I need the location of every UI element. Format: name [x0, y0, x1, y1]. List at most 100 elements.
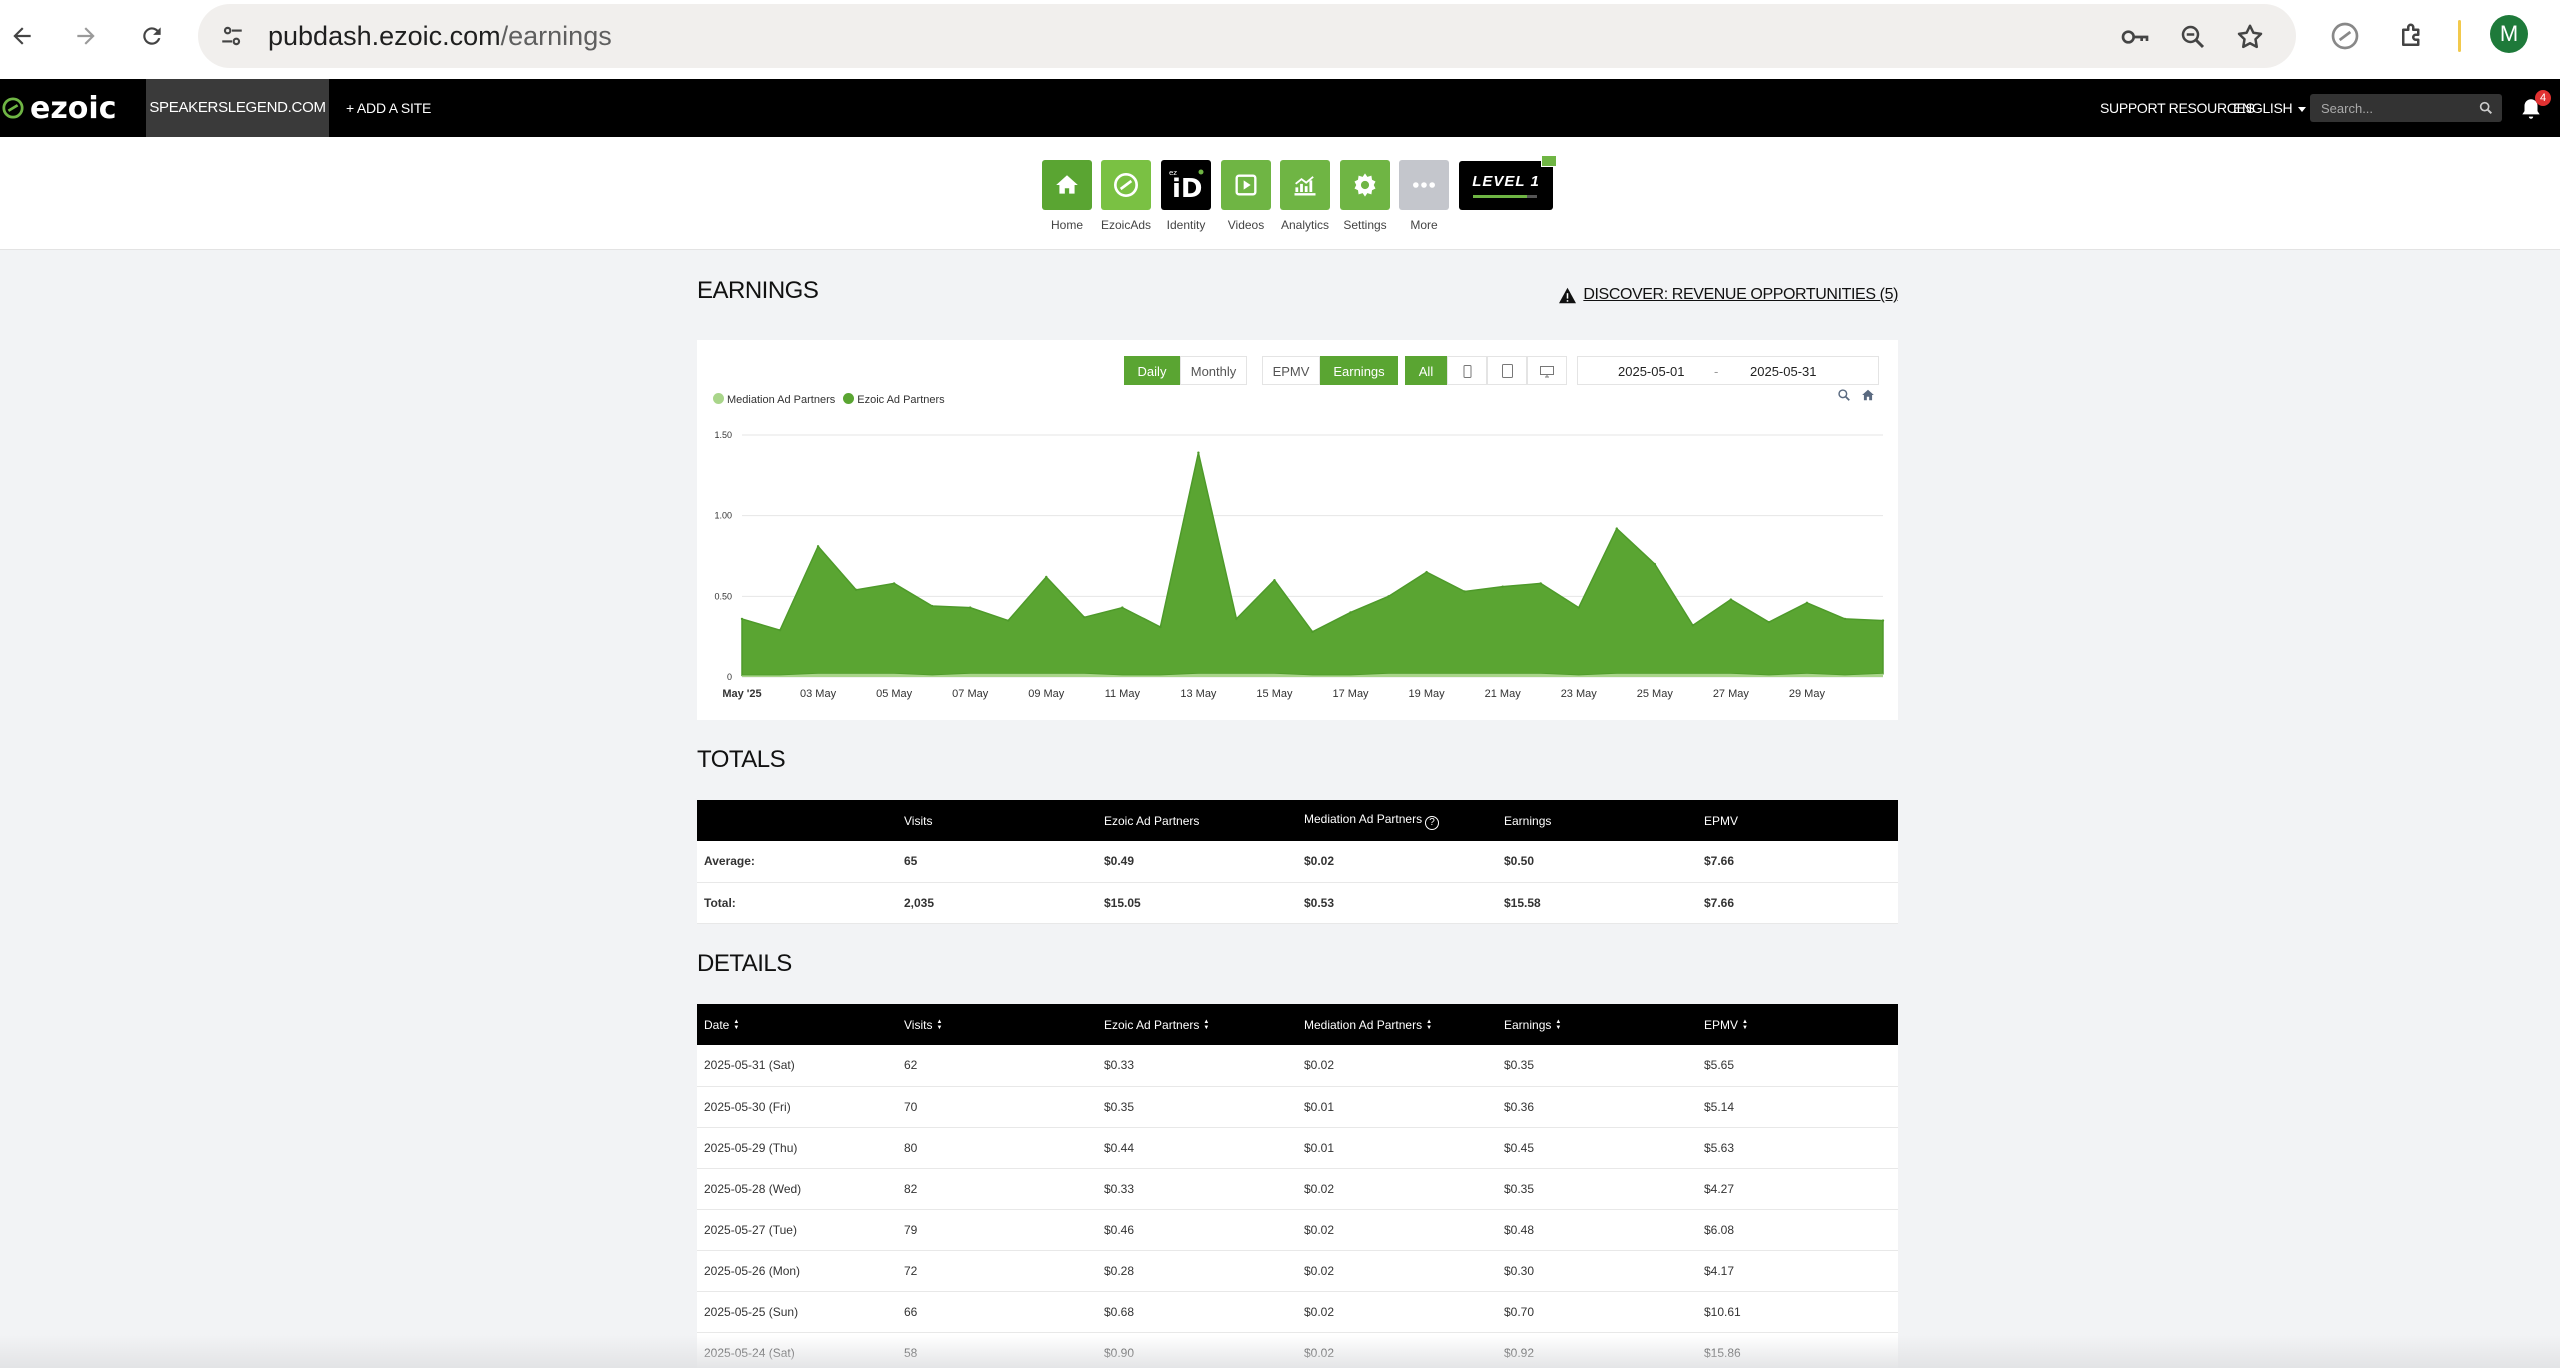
table-cell: 65 [897, 841, 1097, 883]
search-input[interactable] [2310, 94, 2470, 122]
sortable-column-header[interactable]: Mediation Ad Partners ▲ ▼ [1297, 1004, 1497, 1045]
data-point [816, 545, 820, 548]
language-dropdown[interactable]: ENGLISH [2233, 79, 2307, 137]
app-header: ezoic SPEAKERSLEGEND.COM + ADD A SITE SU… [0, 79, 2560, 137]
discover-revenue-link[interactable]: DISCOVER: REVENUE OPPORTUNITIES (5) [1558, 286, 1898, 304]
level-badge[interactable]: LEVEL 1 [1459, 155, 1557, 210]
site-info-icon[interactable] [216, 20, 248, 52]
x-tick-label: 11 May [1105, 688, 1141, 700]
password-key-icon[interactable] [2118, 20, 2152, 54]
totals-header-row: Visits Ezoic Ad Partners Mediation Ad Pa… [697, 800, 1898, 841]
details-title: DETAILS [697, 950, 792, 977]
nav-home[interactable]: Home [1041, 160, 1093, 232]
table-cell: $0.28 [1097, 1250, 1297, 1292]
warning-icon [1559, 287, 1577, 303]
bookmark-star-icon[interactable] [2233, 20, 2267, 54]
address-bar[interactable]: pubdash.ezoic.com/earnings [198, 4, 2296, 68]
table-cell: 2025-05-30 (Fri) [697, 1086, 897, 1128]
reload-icon [143, 27, 161, 45]
table-cell: $0.35 [1097, 1086, 1297, 1128]
sortable-column-header[interactable]: Ezoic Ad Partners ▲ ▼ [1097, 1004, 1297, 1045]
data-point [1881, 619, 1885, 622]
table-cell: $0.45 [1497, 1127, 1697, 1169]
ezoic-logo-icon [2, 97, 24, 119]
sort-arrows-icon[interactable]: ▲ ▼ [936, 1019, 942, 1031]
table-cell: $0.30 [1497, 1250, 1697, 1292]
nav-identity[interactable]: iD ez Identity [1160, 160, 1212, 232]
table-cell: $0.46 [1097, 1209, 1297, 1251]
url-host: pubdash.ezoic.com [268, 21, 501, 51]
data-point [930, 604, 934, 608]
nav-more[interactable]: More [1398, 160, 1450, 232]
nav-videos[interactable]: Videos [1220, 160, 1272, 232]
sortable-column-header[interactable]: Visits ▲ ▼ [897, 1004, 1097, 1045]
table-cell: $0.02 [1297, 1291, 1497, 1333]
arrow-right-icon [77, 27, 95, 45]
sort-arrows-icon[interactable]: ▲ ▼ [1555, 1019, 1561, 1031]
series-area-ezoic-ad-partners [741, 452, 1884, 677]
svg-text:ez: ez [1169, 169, 1177, 177]
sortable-column-header[interactable]: Date ▲ ▼ [697, 1004, 897, 1045]
forward-button[interactable] [66, 16, 106, 56]
site-selector[interactable]: SPEAKERSLEGEND.COM [146, 79, 329, 137]
table-cell: 2025-05-26 (Mon) [697, 1250, 897, 1292]
nav-analytics[interactable]: Analytics [1279, 160, 1331, 232]
sortable-column-header[interactable]: Earnings ▲ ▼ [1497, 1004, 1697, 1045]
nav-label: EzoicAds [1100, 218, 1152, 232]
nav-ezoicads[interactable]: EzoicAds [1100, 160, 1152, 232]
ezoic-extension-icon[interactable] [2325, 16, 2365, 56]
search-icon[interactable] [2478, 100, 2494, 116]
add-site-link[interactable]: + ADD A SITE [346, 79, 431, 137]
table-row: 2025-05-25 (Sun) 66 $0.68 $0.02 $0.70 $10.61 [697, 1291, 1898, 1333]
totals-header-cell: Visits [897, 800, 1097, 841]
table-cell: $0.01 [1297, 1127, 1497, 1169]
extensions-puzzle-icon[interactable] [2392, 16, 2432, 56]
sort-arrows-icon[interactable]: ▲ ▼ [1426, 1019, 1432, 1031]
header-label: EPMV [1704, 1017, 1739, 1032]
nav-settings[interactable]: Settings [1339, 160, 1391, 232]
table-cell: Average: [697, 841, 897, 883]
app-icon-nav: Home EzoicAds iD ez Identity Videos Analy… [0, 137, 2560, 250]
data-point [1691, 624, 1695, 627]
header-label: Mediation Ad Partners [1304, 1017, 1423, 1032]
back-button[interactable] [2, 16, 42, 56]
url-text[interactable]: pubdash.ezoic.com/earnings [268, 4, 612, 68]
x-tick-label: 19 May [1409, 688, 1446, 700]
help-icon[interactable]: ? [1425, 815, 1440, 830]
header-label: Date [704, 1017, 730, 1032]
totals-row: Total: 2,035 $15.05 $0.53 $15.58 $7.66 [697, 882, 1898, 924]
details-table: Date ▲ ▼ Visits ▲ ▼ Ezoic Ad Partners ▲ ▼ Mediati… [697, 1004, 1898, 1368]
data-point [1349, 611, 1352, 614]
profile-avatar[interactable]: M [2490, 15, 2528, 53]
table-cell: $0.50 [1497, 841, 1697, 883]
table-cell: $0.35 [1497, 1168, 1697, 1210]
earnings-title: EARNINGS [697, 277, 819, 304]
table-cell: $0.02 [1297, 1250, 1497, 1292]
x-tick-label: 29 May [1789, 688, 1826, 700]
sort-arrows-icon[interactable]: ▲ ▼ [733, 1019, 739, 1031]
table-cell: 2025-05-31 (Sat) [697, 1045, 897, 1087]
data-point [1235, 617, 1238, 621]
ezoic-logo[interactable]: ezoic [0, 79, 116, 137]
sort-arrows-icon[interactable]: ▲ ▼ [1203, 1019, 1209, 1031]
sort-arrows-icon[interactable]: ▲ ▼ [1742, 1019, 1748, 1031]
totals-header-cell: Mediation Ad Partners? [1297, 800, 1497, 841]
support-resources-link[interactable]: SUPPORT RESOURCES [2100, 79, 2255, 137]
level-label: LEVEL 1 [1472, 173, 1540, 190]
data-point [1577, 606, 1580, 609]
data-point [1501, 585, 1504, 588]
nav-label: Home [1050, 218, 1083, 232]
table-cell: $0.02 [1297, 1209, 1497, 1251]
zoom-icon[interactable] [2176, 20, 2210, 54]
table-cell: $6.08 [1697, 1209, 1898, 1251]
table-cell: 80 [897, 1127, 1097, 1169]
data-point [1387, 595, 1390, 598]
sortable-column-header[interactable]: EPMV ▲ ▼ [1697, 1004, 1898, 1045]
reload-button[interactable] [132, 16, 172, 56]
arrow-left-icon [13, 27, 31, 45]
nav-label: Analytics [1280, 218, 1330, 232]
table-cell: $15.86 [1697, 1332, 1898, 1368]
table-cell: $0.35 [1497, 1045, 1697, 1087]
nav-label: Identity [1166, 218, 1206, 232]
header-label: Ezoic Ad Partners [1104, 1017, 1200, 1032]
